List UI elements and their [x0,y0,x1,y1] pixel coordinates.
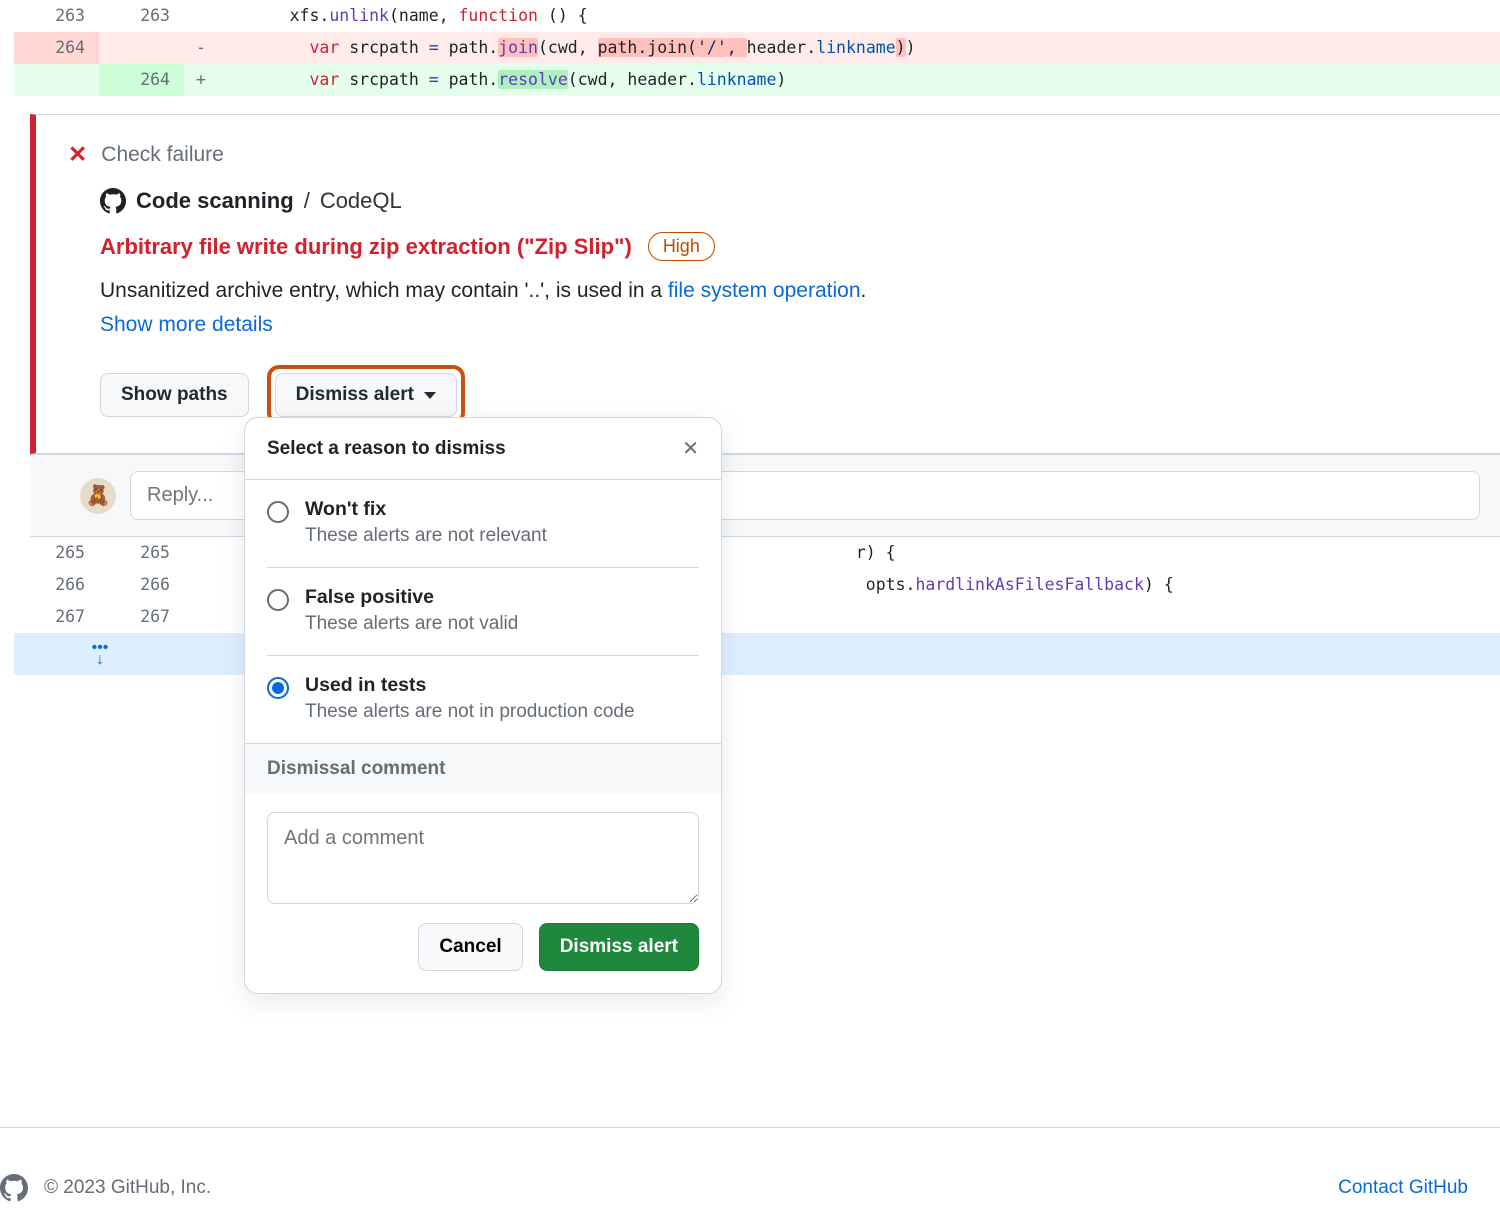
diff-row: 265 265 r) { [14,537,1500,569]
line-num-new: 264 [99,64,184,96]
dismiss-alert-highlight: Dismiss alert [267,365,465,425]
dismiss-reason-dropdown: Select a reason to dismiss ✕ Won't fix T… [244,417,722,994]
diff-marker: + [184,64,218,96]
diff-table-tail: 265 265 r) { 266 266 opts.hardlinkA [14,537,1500,675]
dropdown-title: Select a reason to dismiss [267,438,506,460]
show-more-details-link[interactable]: Show more details [100,313,273,337]
scanner-name: Code scanning [136,188,294,214]
check-failure-label: Check failure [101,143,224,167]
code-line: var srcpath = path.join(cwd, path.join('… [218,32,1500,64]
dismiss-option-used-in-tests[interactable]: Used in tests These alerts are not in pr… [245,656,721,743]
scanner-line: Code scanning / CodeQL [68,188,1468,214]
line-num-old [14,64,99,96]
expand-down-icon[interactable]: ••• ↓ [14,642,186,666]
alert-description: Unsanitized archive entry, which may con… [68,279,1468,303]
line-num-new [99,32,184,64]
option-label: Used in tests [305,674,635,697]
code-scanning-alert: ✕ Check failure Code scanning / CodeQL A… [30,114,1500,454]
option-label: Won't fix [305,498,547,521]
code-line: xfs.unlink(name, function () { [218,0,1500,32]
option-desc: These alerts are not valid [305,613,518,635]
alert-title[interactable]: Arbitrary file write during zip extracti… [100,234,632,260]
check-failure-header: ✕ Check failure [68,141,1468,168]
github-icon [100,188,126,214]
scanner-tool: CodeQL [320,188,402,214]
option-desc: These alerts are not relevant [305,525,547,547]
x-icon: ✕ [68,141,87,168]
avatar[interactable]: 🧸 [80,478,116,514]
diff-row: 267 267 [14,601,1500,633]
diff-marker [184,0,218,32]
diff-row-deleted: 264 - var srcpath = path.join(cwd, path.… [14,32,1500,64]
severity-badge: High [648,232,715,261]
page-footer: © 2023 GitHub, Inc. Contact GitHub [0,1127,1500,1202]
diff-row-added: 264 + var srcpath = path.resolve(cwd, he… [14,64,1500,96]
dismiss-alert-button[interactable]: Dismiss alert [275,373,457,417]
code-line: var srcpath = path.resolve(cwd, header.l… [218,64,1500,96]
copyright-text: © 2023 GitHub, Inc. [44,1177,211,1199]
option-label: False positive [305,586,518,609]
expand-hunk-row[interactable]: ••• ↓ [14,633,1500,675]
alert-desc-suffix: . [861,279,867,302]
dismiss-option-false-positive[interactable]: False positive These alerts are not vali… [245,568,721,655]
dismiss-alert-label: Dismiss alert [296,384,414,406]
line-num-old: 263 [14,0,99,32]
diff-table: 263 263 xfs.unlink(name, function () { 2… [14,0,1500,96]
contact-github-link[interactable]: Contact GitHub [1338,1177,1468,1199]
file-system-operation-link[interactable]: file system operation [668,279,861,302]
github-icon[interactable] [0,1174,28,1202]
dismiss-alert-confirm-button[interactable]: Dismiss alert [539,923,699,971]
alert-desc-text: Unsanitized archive entry, which may con… [100,279,668,302]
radio-icon[interactable] [267,589,289,611]
diff-row: 263 263 xfs.unlink(name, function () { [14,0,1500,32]
line-num-new: 263 [99,0,184,32]
slash: / [304,188,310,214]
radio-icon-selected[interactable] [267,677,289,699]
line-num-old: 264 [14,32,99,64]
option-desc: These alerts are not in production code [305,701,635,723]
caret-down-icon [424,392,436,399]
dismiss-option-wont-fix[interactable]: Won't fix These alerts are not relevant [245,480,721,567]
show-paths-button[interactable]: Show paths [100,373,249,417]
diff-marker: - [184,32,218,64]
close-icon[interactable]: ✕ [682,436,699,461]
cancel-button[interactable]: Cancel [418,923,522,971]
dismissal-comment-input[interactable] [267,812,699,904]
diff-row: 266 266 opts.hardlinkAsFilesFallback) { [14,569,1500,601]
radio-icon[interactable] [267,501,289,523]
dismissal-comment-header: Dismissal comment [245,743,721,794]
